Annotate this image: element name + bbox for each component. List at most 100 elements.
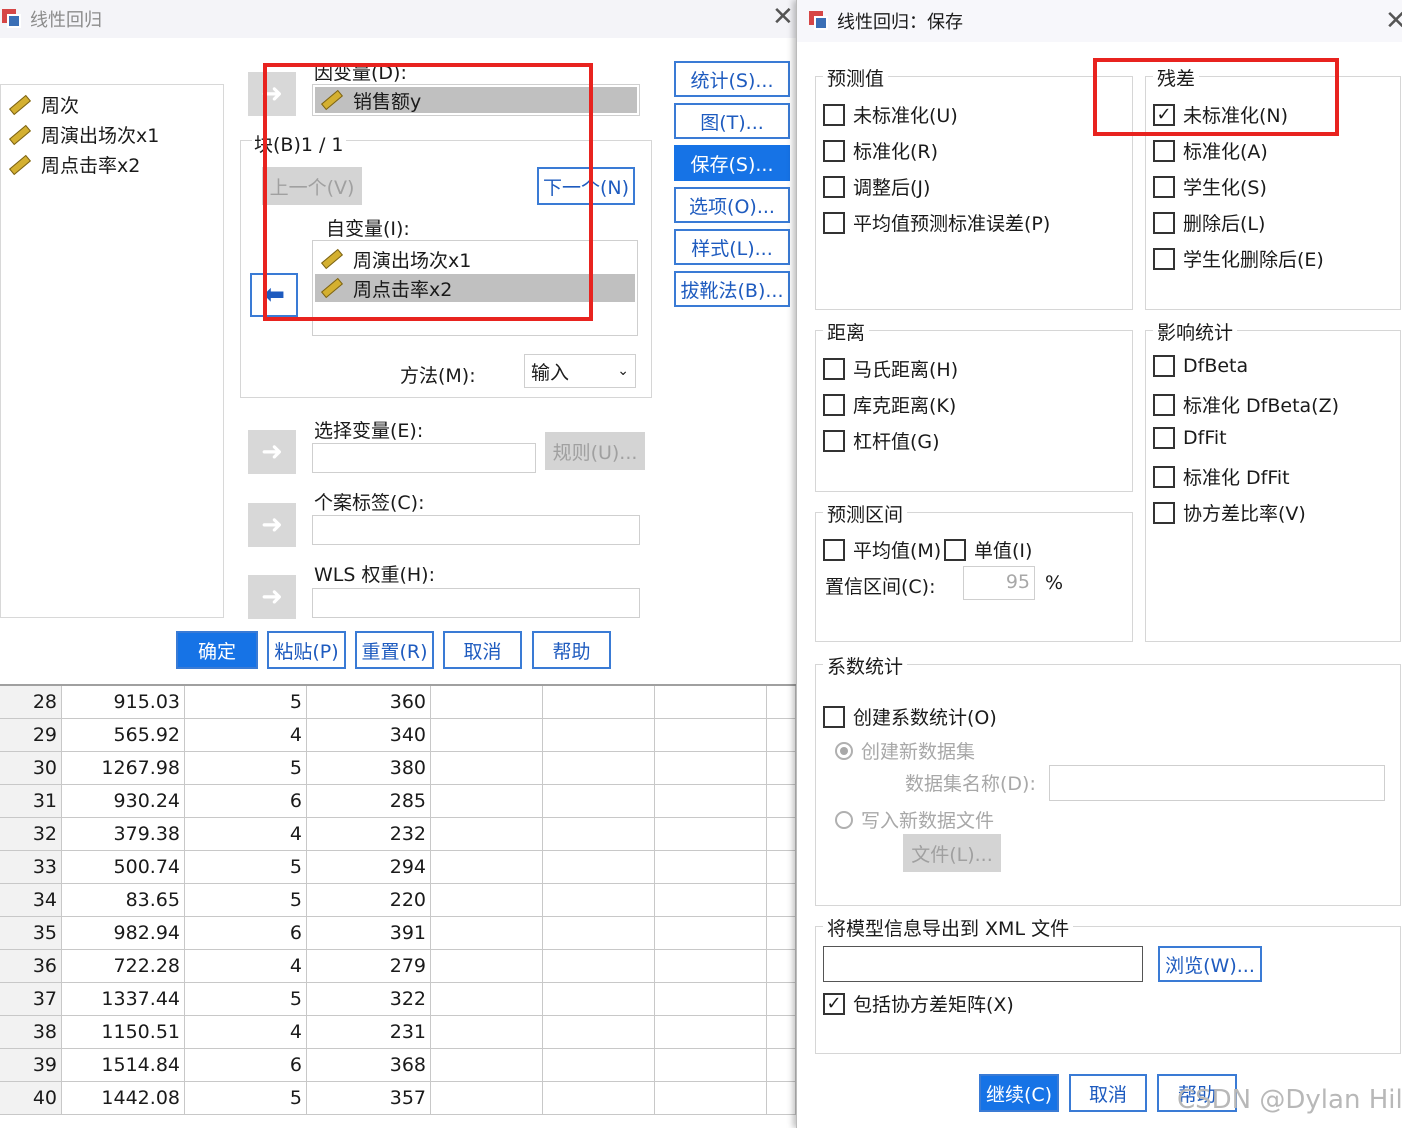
table-cell[interactable] [655,686,767,719]
table-cell[interactable] [767,983,796,1016]
table-cell[interactable]: 340 [307,719,431,752]
residuals-checkbox-1[interactable]: 标准化(A) [1153,137,1268,164]
predicted-checkbox-3[interactable]: 平均值预测标准误差(P) [823,209,1050,236]
table-cell[interactable]: 6 [185,1049,307,1082]
table-cell[interactable]: 279 [307,950,431,983]
table-cell[interactable]: 5 [185,983,307,1016]
table-cell[interactable] [431,785,543,818]
close-icon[interactable]: ✕ [772,4,794,30]
table-cell[interactable] [655,752,767,785]
include-covariance-checkbox[interactable]: ✓ 包括协方差矩阵(X) [823,990,1014,1017]
influence-checkbox-1[interactable]: 标准化 DfBeta(Z) [1153,391,1339,418]
table-cell[interactable] [543,818,655,851]
row-header[interactable]: 31 [0,785,62,818]
table-cell[interactable] [543,917,655,950]
table-cell[interactable]: 220 [307,884,431,917]
table-cell[interactable]: 391 [307,917,431,950]
table-cell[interactable]: 5 [185,884,307,917]
rule-button[interactable]: 规则(U)... [545,432,645,470]
distances-checkbox-0[interactable]: 马氏距离(H) [823,355,958,382]
close-icon[interactable]: ✕ [1385,8,1402,34]
table-cell[interactable]: 232 [307,818,431,851]
table-cell[interactable] [655,983,767,1016]
row-header[interactable]: 33 [0,851,62,884]
table-cell[interactable]: 982.94 [62,917,185,950]
help-button[interactable]: 帮助 [532,631,611,669]
row-header[interactable]: 32 [0,818,62,851]
table-cell[interactable] [431,917,543,950]
table-cell[interactable] [543,1049,655,1082]
list-item[interactable]: 周次 [9,91,79,118]
table-cell[interactable] [767,950,796,983]
table-cell[interactable]: 930.24 [62,785,185,818]
table-cell[interactable] [543,752,655,785]
table-cell[interactable] [655,950,767,983]
table-cell[interactable]: 357 [307,1082,431,1115]
row-header[interactable]: 28 [0,686,62,719]
table-cell[interactable] [543,884,655,917]
table-cell[interactable]: 565.92 [62,719,185,752]
table-cell[interactable] [655,1049,767,1082]
variable-source-list[interactable]: 周次 周演出场次x1 周点击率x2 [0,84,224,618]
bootstrap-button[interactable]: 拔靴法(B)... [674,271,790,307]
table-cell[interactable]: 1514.84 [62,1049,185,1082]
table-cell[interactable]: 5 [185,686,307,719]
row-header[interactable]: 37 [0,983,62,1016]
cancel-button[interactable]: 取消 [1069,1074,1147,1112]
table-cell[interactable]: 360 [307,686,431,719]
table-cell[interactable] [655,1016,767,1049]
table-cell[interactable] [543,686,655,719]
ok-button[interactable]: 确定 [176,631,258,669]
table-cell[interactable]: 380 [307,752,431,785]
table-cell[interactable]: 4 [185,818,307,851]
row-header[interactable]: 29 [0,719,62,752]
continue-button[interactable]: 继续(C) [979,1074,1059,1112]
table-cell[interactable] [655,785,767,818]
style-button[interactable]: 样式(L)... [674,229,790,265]
table-cell[interactable]: 285 [307,785,431,818]
table-cell[interactable] [431,983,543,1016]
table-cell[interactable] [767,917,796,950]
table-cell[interactable]: 5 [185,752,307,785]
xml-file-input[interactable] [823,946,1143,982]
table-cell[interactable] [767,1082,796,1115]
table-cell[interactable] [431,851,543,884]
table-cell[interactable]: 4 [185,719,307,752]
table-cell[interactable] [431,719,543,752]
table-cell[interactable]: 322 [307,983,431,1016]
table-cell[interactable] [767,752,796,785]
table-cell[interactable] [767,818,796,851]
table-cell[interactable] [767,1016,796,1049]
table-cell[interactable] [543,851,655,884]
table-cell[interactable] [543,1016,655,1049]
predicted-checkbox-0[interactable]: 未标准化(U) [823,101,958,128]
create-coef-checkbox[interactable]: 创建系数统计(O) [823,703,997,730]
table-cell[interactable] [767,785,796,818]
interval-mean-checkbox[interactable]: 平均值(M) [823,536,941,563]
table-cell[interactable] [543,950,655,983]
table-cell[interactable] [431,1049,543,1082]
table-cell[interactable]: 5 [185,1082,307,1115]
table-cell[interactable] [655,719,767,752]
row-header[interactable]: 35 [0,917,62,950]
influence-checkbox-4[interactable]: 协方差比率(V) [1153,499,1306,526]
confidence-interval-input[interactable]: 95 [963,566,1035,600]
table-cell[interactable] [767,686,796,719]
distances-checkbox-2[interactable]: 杠杆值(G) [823,427,940,454]
move-to-selection-button[interactable]: ➜ [248,430,296,474]
table-cell[interactable]: 1442.08 [62,1082,185,1115]
table-cell[interactable] [655,818,767,851]
move-to-case-label-button[interactable]: ➜ [248,503,296,547]
table-cell[interactable] [655,851,767,884]
row-header[interactable]: 36 [0,950,62,983]
row-header[interactable]: 38 [0,1016,62,1049]
table-cell[interactable]: 500.74 [62,851,185,884]
table-cell[interactable] [655,917,767,950]
residuals-checkbox-2[interactable]: 学生化(S) [1153,173,1267,200]
new-dataset-radio[interactable]: 创建新数据集 [835,737,975,764]
method-select[interactable]: 输入 ⌄ [524,354,636,388]
influence-checkbox-3[interactable]: 标准化 DfFit [1153,463,1290,490]
list-item[interactable]: 周演出场次x1 [9,121,159,148]
predicted-checkbox-2[interactable]: 调整后(J) [823,173,930,200]
case-label-field[interactable] [312,515,640,545]
